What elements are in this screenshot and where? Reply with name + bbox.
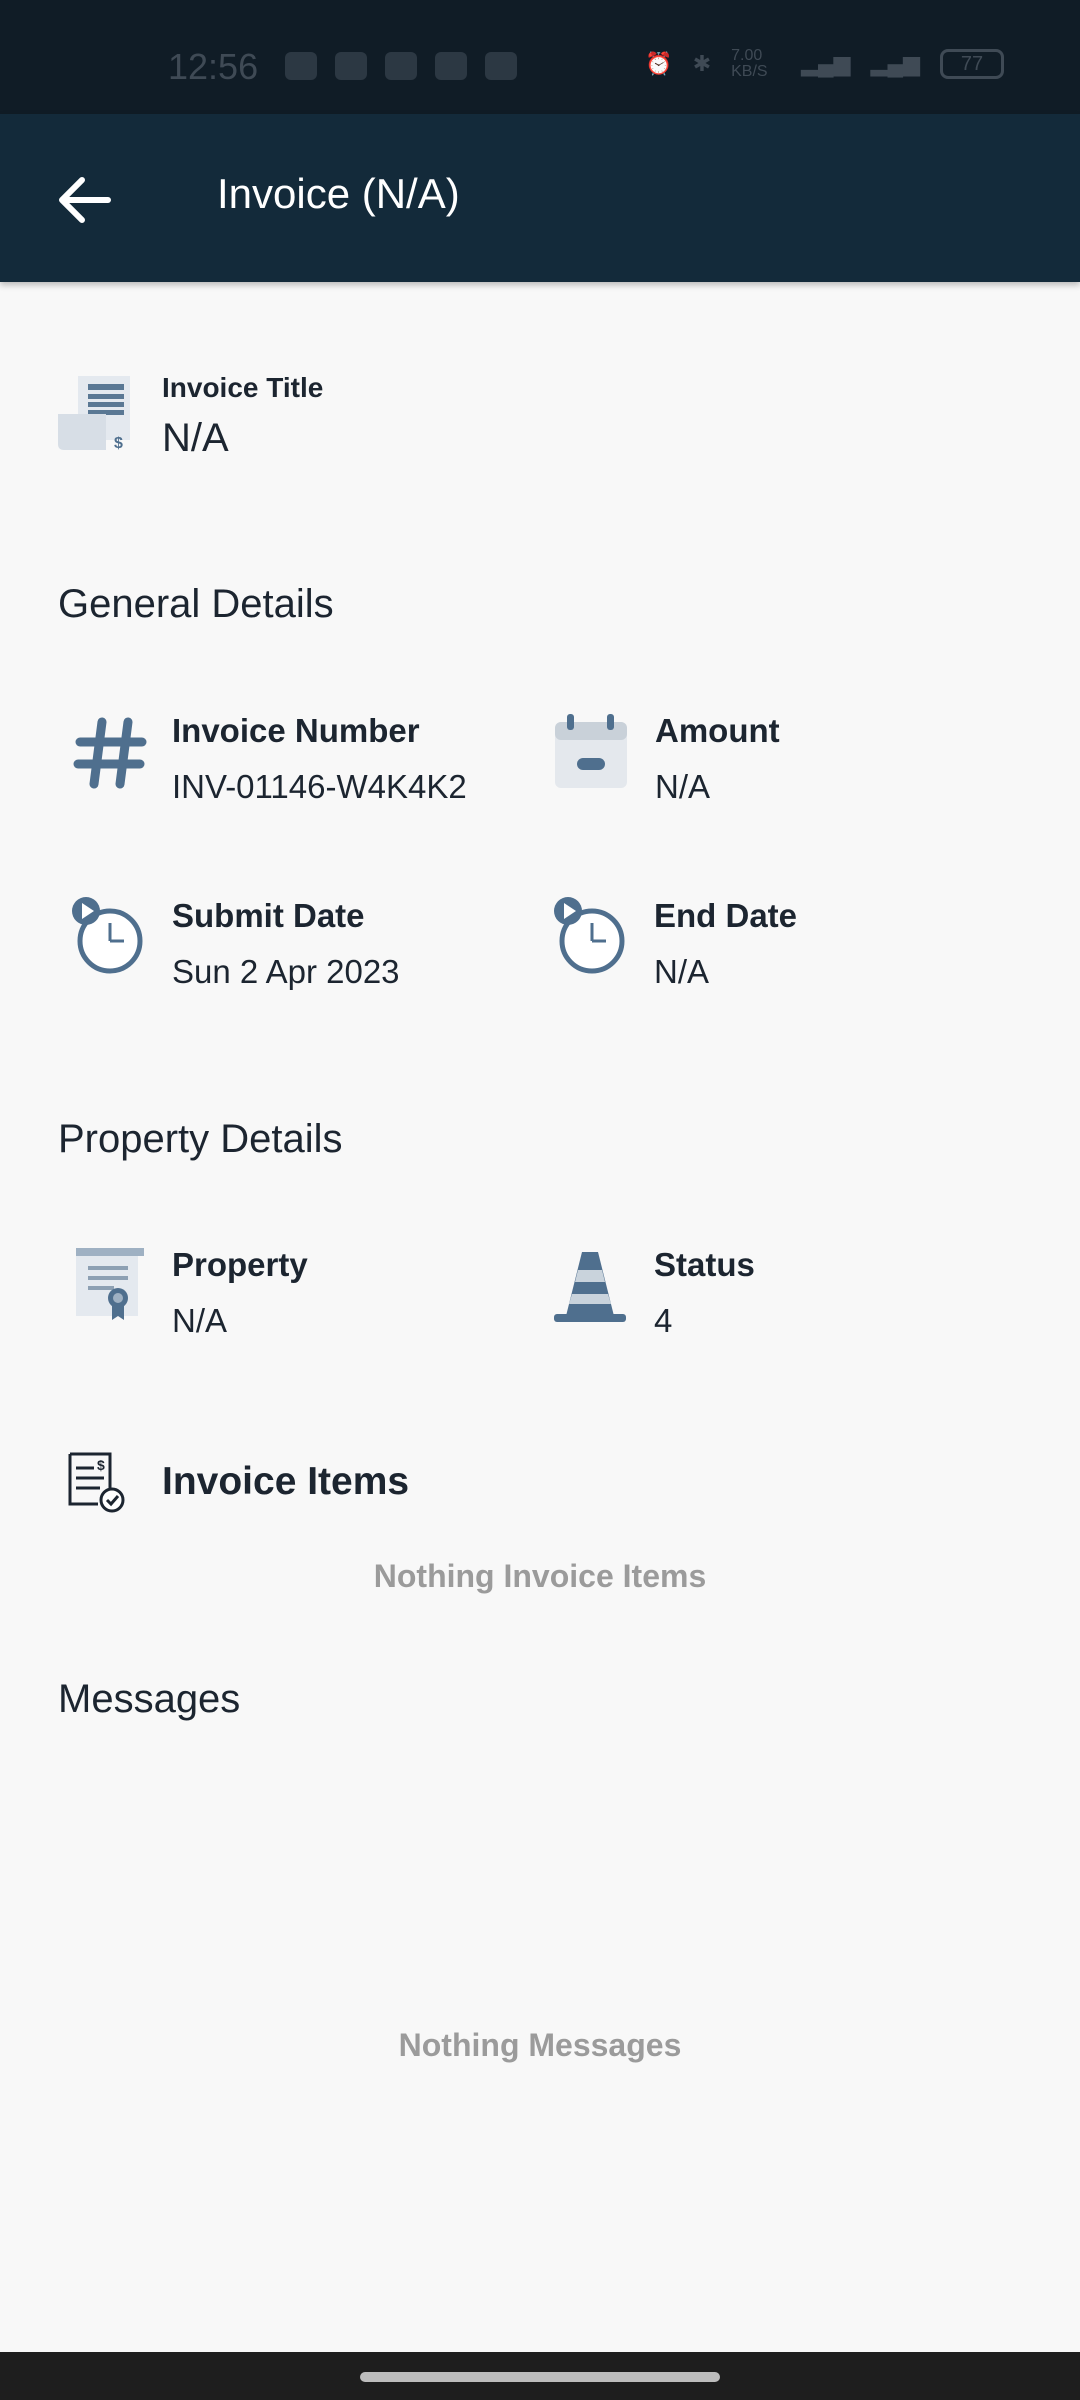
- messages-empty-text: Nothing Messages: [398, 2027, 682, 2063]
- whatsapp-icon: [285, 52, 317, 80]
- system-icons: ⏰ ✱ 7.00 KB/S ▂▄▆ ▂▄▆ 77: [645, 48, 1004, 80]
- messages-heading: Messages: [58, 1677, 241, 1721]
- notification-icons: [285, 52, 517, 80]
- hash-icon: [73, 717, 147, 789]
- battery-icon: 77: [940, 49, 1004, 79]
- invoice-items-heading: Invoice Items: [162, 1460, 410, 1503]
- property-details-heading: Property Details: [58, 1117, 343, 1161]
- amount-value: N/A: [655, 768, 711, 805]
- telegram-icon: [335, 52, 367, 80]
- invoice-items-empty-text: Nothing Invoice Items: [373, 1558, 707, 1594]
- submit-date-label: Submit Date: [172, 897, 365, 934]
- status-bar: 12:56 ⏰ ✱ 7.00 KB/S ▂▄▆ ▂▄▆ 77: [0, 0, 1080, 114]
- page-title: Invoice (N/A): [217, 170, 460, 217]
- status-label: Status: [654, 1246, 755, 1283]
- alarm-icon: ⏰: [645, 51, 673, 76]
- traffic-cone-icon: [554, 1252, 626, 1322]
- gesture-nav-bar: [0, 2352, 1080, 2400]
- invoice-number-label: Invoice Number: [172, 712, 420, 749]
- signal-icon-2: ▂▄▆: [870, 51, 920, 76]
- receipt-icon: $: [58, 376, 130, 452]
- submit-date-value: Sun 2 Apr 2023: [172, 953, 400, 990]
- certificate-icon: [76, 1248, 144, 1320]
- clock-icon: [72, 897, 143, 974]
- status-time: 12:56: [168, 46, 259, 87]
- arrow-left-icon: [59, 177, 111, 223]
- end-date-label: End Date: [654, 897, 798, 934]
- youtube-icon: [435, 52, 467, 80]
- net-speed: 7.00 KB/S: [731, 47, 768, 80]
- pinterest-icon: [485, 52, 517, 80]
- amount-label: Amount: [655, 712, 780, 749]
- bluetooth-icon: ✱: [692, 51, 712, 76]
- chat-icon: [385, 52, 417, 80]
- general-details-heading: General Details: [58, 582, 334, 626]
- status-value: 4: [654, 1302, 673, 1339]
- signal-icon: ▂▄▆: [801, 51, 851, 76]
- back-button[interactable]: [54, 172, 114, 228]
- invoice-title-value: N/A: [162, 416, 229, 460]
- invoice-title-label: Invoice Title: [162, 372, 324, 403]
- invoice-document-icon: $: [68, 1452, 125, 1513]
- property-label: Property: [172, 1246, 308, 1283]
- app-bar: Invoice (N/A): [0, 114, 1080, 282]
- svg-text:$: $: [97, 1457, 105, 1473]
- end-date-value: N/A: [654, 953, 710, 990]
- property-value: N/A: [172, 1302, 228, 1339]
- invoice-number-value: INV-01146-W4K4K2: [172, 768, 467, 805]
- home-indicator[interactable]: [360, 2372, 720, 2382]
- clock-icon: [554, 897, 625, 974]
- calendar-icon: [555, 714, 627, 788]
- svg-text:$: $: [114, 435, 123, 452]
